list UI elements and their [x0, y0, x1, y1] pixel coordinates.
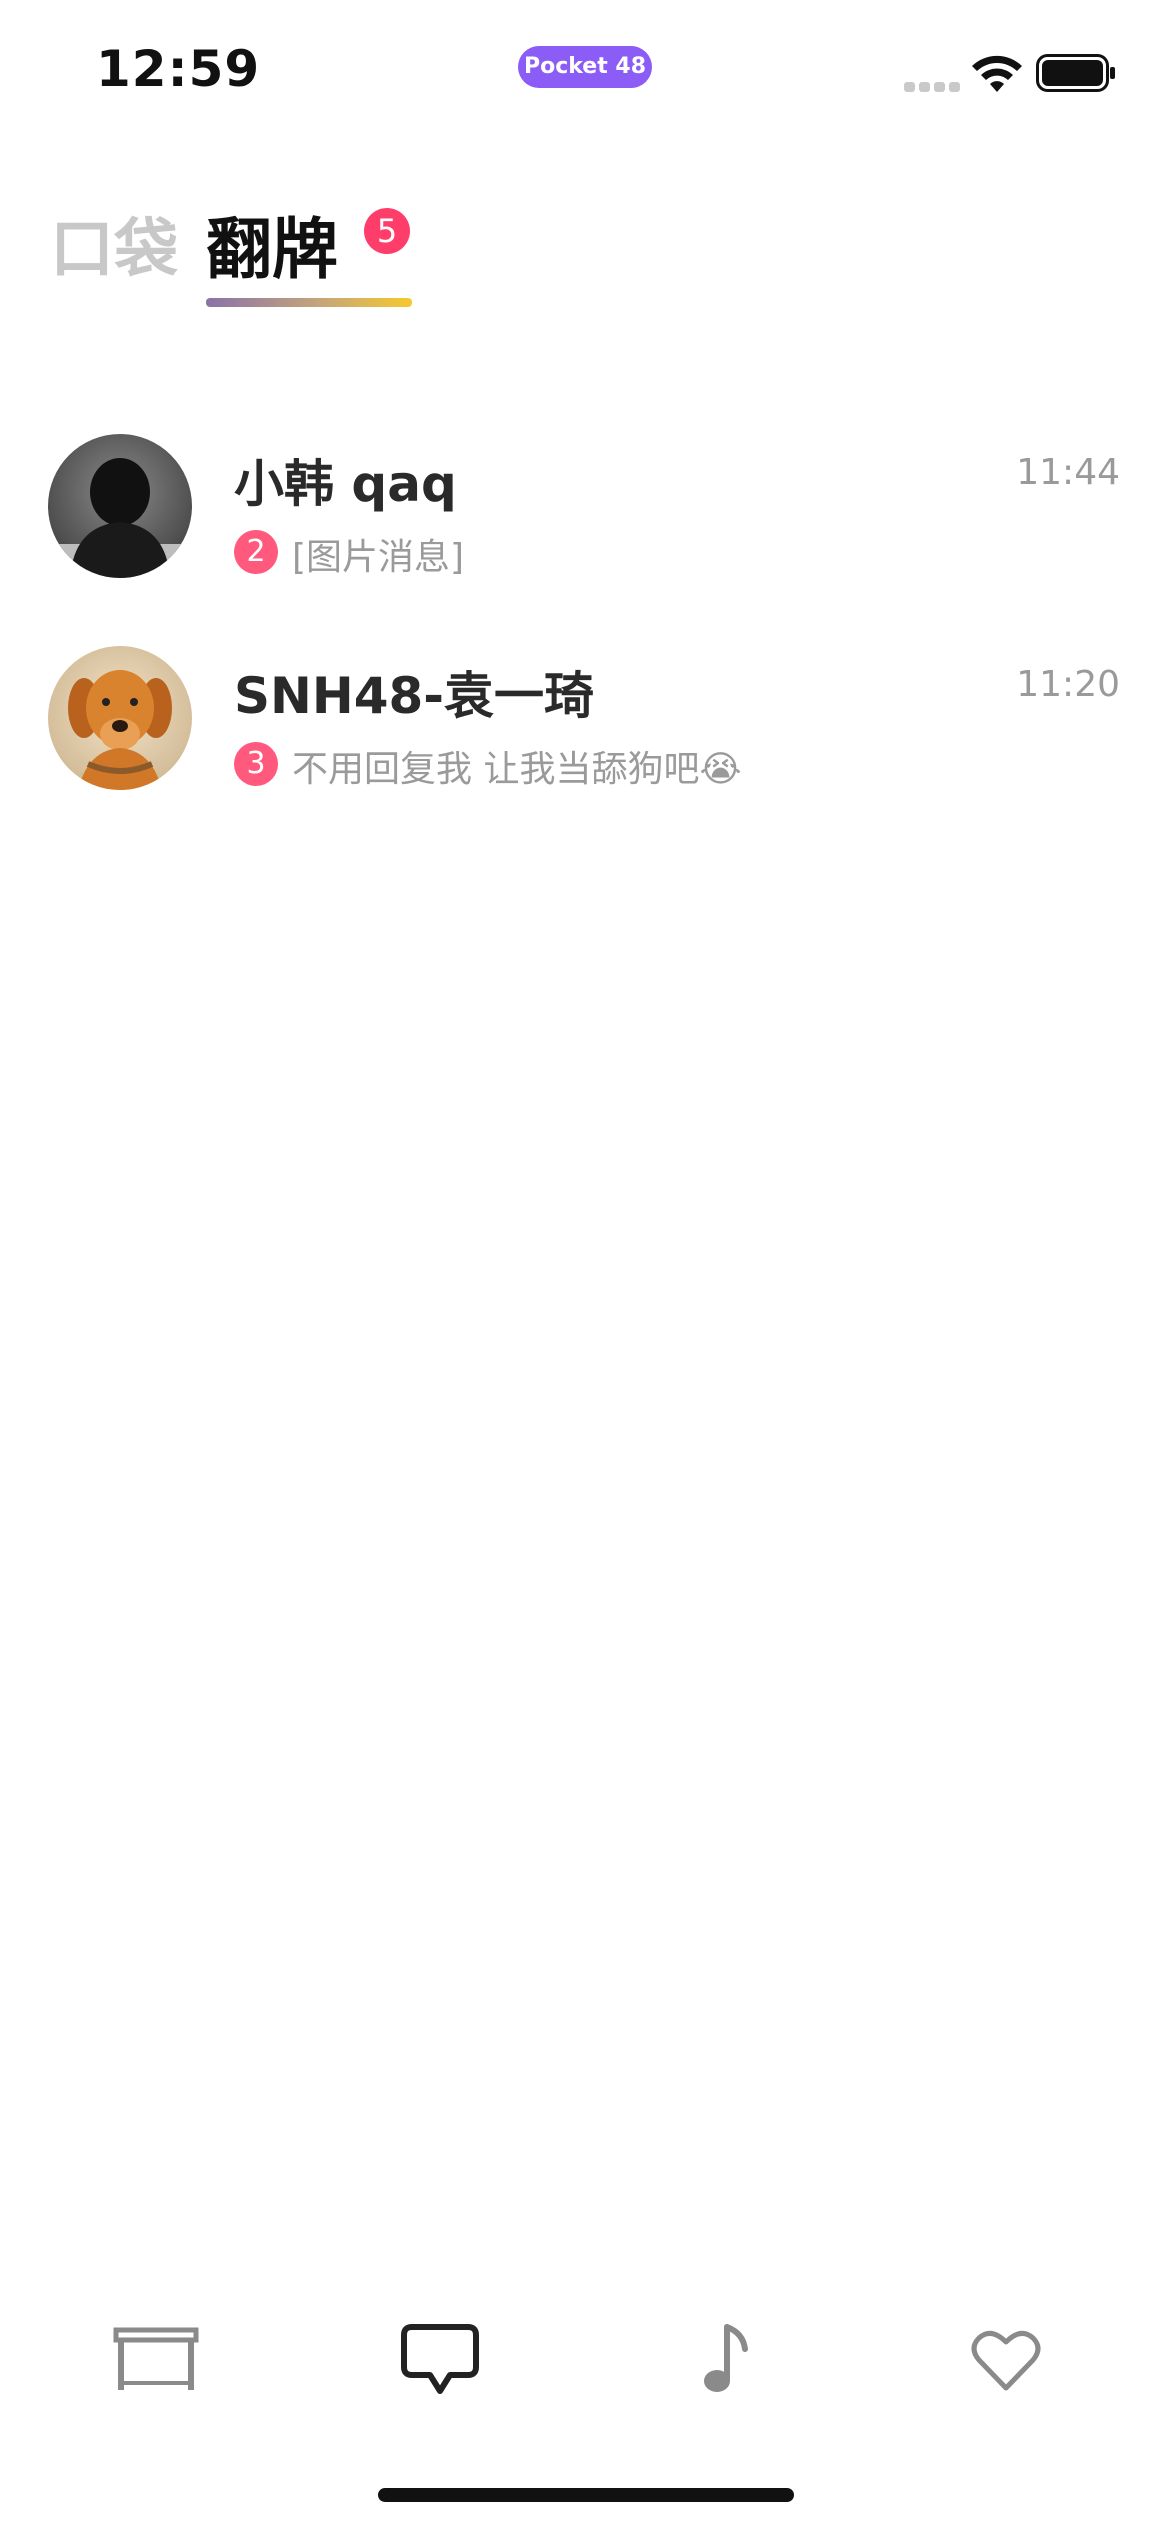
conversation-time: 11:44 — [1016, 452, 1120, 493]
unread-count-badge: 2 — [234, 530, 278, 574]
message-preview: 不用回复我 让我当舔狗吧😭 — [292, 749, 742, 790]
avatar-person-photo — [48, 434, 192, 578]
conversation-time: 11:20 — [1016, 664, 1120, 705]
cellular-signal-icon — [904, 82, 962, 92]
wifi-icon — [972, 55, 1022, 92]
heart-icon — [971, 2330, 1041, 2391]
tab-fanpai[interactable]: 翻牌 — [206, 196, 338, 292]
conversation-item[interactable]: SNH48-袁一琦 11:20 3 不用回复我 让我当舔狗吧😭 — [0, 632, 1170, 844]
nav-table-button[interactable] — [96, 2300, 216, 2420]
home-indicator[interactable] — [378, 2488, 794, 2502]
unread-count-badge: 3 — [234, 742, 278, 786]
header-tabs: 口袋 翻牌 5 — [0, 180, 1170, 320]
music-note-icon — [704, 2324, 748, 2392]
nav-music-button[interactable] — [664, 2300, 784, 2420]
nav-chat-button[interactable] — [380, 2300, 500, 2420]
status-time: 12:59 — [96, 40, 261, 98]
nav-favorites-button[interactable] — [946, 2300, 1066, 2420]
app-pill[interactable]: Pocket 48 — [518, 46, 652, 88]
tab-pocket[interactable]: 口袋 — [50, 198, 178, 290]
avatar — [48, 434, 192, 578]
active-tab-indicator — [206, 298, 412, 307]
fanpai-unread-badge: 5 — [364, 208, 410, 254]
conversation-name: 小韩 qaq — [234, 455, 457, 513]
status-bar: 12:59 Pocket 48 — [0, 0, 1170, 150]
battery-icon — [1036, 54, 1115, 92]
chat-bubble-icon — [401, 2324, 479, 2394]
avatar — [48, 646, 192, 790]
conversation-item[interactable]: 小韩 qaq 11:44 2 [图片消息] — [0, 420, 1170, 632]
bottom-nav — [0, 2300, 1170, 2420]
table-icon — [113, 2327, 199, 2390]
conversation-list: 小韩 qaq 11:44 2 [图片消息] SNH48-袁一琦 11:20 3 … — [0, 420, 1170, 844]
message-preview: [图片消息] — [292, 537, 465, 578]
conversation-name: SNH48-袁一琦 — [234, 667, 595, 725]
avatar-dog-photo — [48, 646, 192, 790]
